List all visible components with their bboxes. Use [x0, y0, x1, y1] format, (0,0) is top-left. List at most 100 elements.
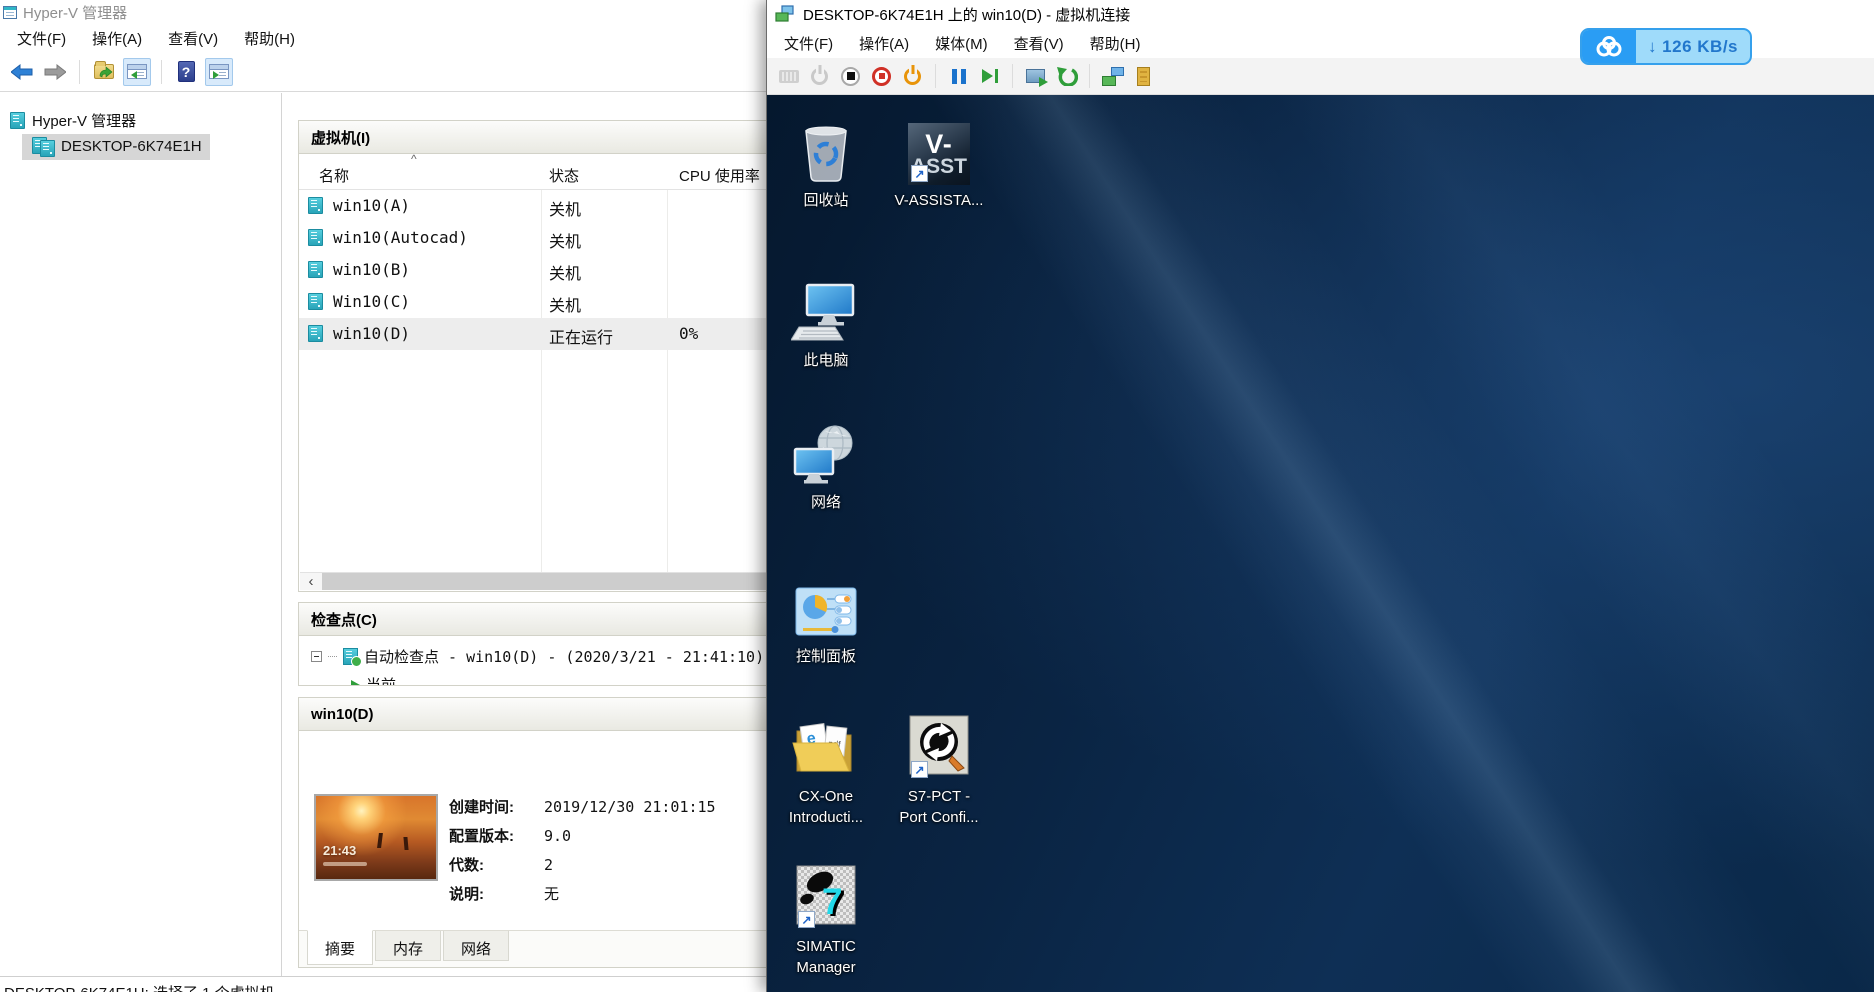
column-header-cpu[interactable]: CPU 使用率 — [679, 165, 760, 186]
desktop-icon-s7-pct[interactable]: ↗ S7-PCT - Port Confi... — [884, 707, 994, 828]
vm-list-header: 虚拟机(I) — [299, 121, 770, 154]
desktop-icon-cx-one[interactable]: e pdf CX-One Introducti... — [771, 707, 881, 828]
field-config-version: 配置版本:9.0 — [449, 825, 571, 846]
tab-summary[interactable]: 摘要 — [307, 930, 373, 965]
vc-menu-media[interactable]: 媒体(M) — [922, 29, 1001, 58]
tab-networking[interactable]: 网络 — [443, 931, 509, 961]
desktop-icon-this-pc[interactable]: 此电脑 — [771, 271, 881, 371]
hv-menu-view[interactable]: 查看(V) — [155, 24, 231, 53]
screen: Hyper-V 管理器 文件(F) 操作(A) 查看(V) 帮助(H) — [0, 0, 1874, 992]
vm-row-win10b[interactable]: win10(B) 关机 — [299, 254, 770, 286]
stop-button[interactable] — [837, 63, 864, 90]
icon-label: 回收站 — [771, 190, 881, 211]
vmconnect-titlebar: DESKTOP-6K74E1H 上的 win10(D) - 虚拟机连接 — [767, 0, 1874, 28]
show-action-pane-button[interactable] — [205, 58, 233, 86]
toolbar-separator — [161, 60, 162, 84]
s7-pct-icon: ↗ — [908, 714, 970, 781]
thumbnail-clock: 21:43 — [323, 843, 356, 858]
checkpoint-icon — [343, 648, 358, 665]
checkpoint-current-label: 当前 — [366, 674, 396, 685]
hyperv-titlebar: Hyper-V 管理器 — [0, 0, 770, 24]
window-panel-left-icon — [127, 64, 147, 79]
hyperv-window-title: Hyper-V 管理器 — [23, 2, 127, 23]
hv-menu-action[interactable]: 操作(A) — [79, 24, 155, 53]
thumbnail-date-blur — [323, 862, 367, 866]
play-icon — [982, 69, 998, 83]
icon-label: V-ASSISTA... — [884, 190, 994, 211]
back-arrow-icon — [11, 64, 33, 80]
scroll-left-button[interactable]: ‹ — [300, 573, 322, 590]
vm-icon — [308, 229, 323, 246]
checkpoint-current-item[interactable]: 当前 — [351, 674, 396, 685]
column-header-state[interactable]: 状态 — [549, 165, 579, 186]
checkpoint-label: 自动检查点 - win10(D) - (2020/3/21 - 21:41:10… — [364, 646, 764, 667]
help-button[interactable]: ? — [172, 58, 200, 86]
tree-item-hyperv-root[interactable]: Hyper-V 管理器 — [0, 107, 144, 133]
checkpoint-button[interactable] — [1022, 63, 1049, 90]
show-console-tree-button[interactable] — [123, 58, 151, 86]
tab-memory[interactable]: 内存 — [375, 931, 441, 961]
stop-icon — [841, 67, 860, 86]
start-button-disabled[interactable] — [806, 63, 833, 90]
horizontal-scrollbar[interactable]: ‹ — [300, 572, 770, 590]
vc-menu-file[interactable]: 文件(F) — [771, 29, 846, 58]
storage-button[interactable] — [1130, 63, 1157, 90]
tree-item-host[interactable]: DESKTOP-6K74E1H — [22, 134, 210, 160]
shortcut-arrow-icon: ↗ — [911, 165, 928, 182]
status-text: DESKTOP-6K74E1H: 选择了 1 个虚拟机 — [4, 985, 275, 992]
vm-detail-body: 21:43 创建时间:2019/12/30 21:01:15 配置版本:9.0 … — [299, 732, 770, 967]
checkpoints-body: 自动检查点 - win10(D) - (2020/3/21 - 21:41:10… — [299, 637, 770, 685]
desktop-icon-network[interactable]: 网络 — [771, 413, 881, 513]
icon-label: 此电脑 — [771, 350, 881, 371]
export-button[interactable] — [90, 58, 118, 86]
vc-menu-action[interactable]: 操作(A) — [846, 29, 922, 58]
network-icon — [791, 423, 861, 487]
icon-label: 网络 — [771, 492, 881, 513]
netdisk-speed-text: ↓ 126 KB/s — [1636, 30, 1750, 63]
resume-button[interactable] — [976, 63, 1003, 90]
vm-list-panel: 虚拟机(I) ^ 名称 状态 CPU 使用率 win10(A) 关机 win10… — [298, 120, 770, 592]
forward-arrow-icon — [44, 64, 66, 80]
ctrl-alt-del-button[interactable] — [775, 63, 802, 90]
hyperv-app-icon — [3, 6, 17, 19]
shut-down-button[interactable] — [899, 63, 926, 90]
desktop-icon-simatic-manager[interactable]: 7 7 ↗ SIMATIC Manager — [771, 857, 881, 978]
vm-row-win10a[interactable]: win10(A) 关机 — [299, 190, 770, 222]
netdisk-speed-badge[interactable]: ↓ 126 KB/s — [1580, 28, 1752, 65]
current-arrow-icon — [351, 680, 360, 686]
vm-row-win10autocad[interactable]: win10(Autocad) 关机 — [299, 222, 770, 254]
icon-label: 控制面板 — [771, 646, 881, 667]
hv-menu-help[interactable]: 帮助(H) — [231, 24, 308, 53]
field-notes: 说明:无 — [449, 883, 559, 904]
vc-menu-help[interactable]: 帮助(H) — [1077, 29, 1154, 58]
icon-label: CX-One Introducti... — [771, 786, 881, 828]
forward-button[interactable] — [41, 58, 69, 86]
scrollbar-thumb[interactable] — [322, 573, 770, 590]
desktop-icon-v-assistant[interactable]: V- ASST ↗ V-ASSISTA... — [884, 111, 994, 211]
desktop-icon-control-panel[interactable]: 控制面板 — [771, 567, 881, 667]
shutdown-power-icon — [904, 68, 921, 85]
icon-label: S7-PCT - Port Confi... — [884, 786, 994, 828]
cx-one-folder-icon: e pdf — [791, 717, 861, 781]
back-button[interactable] — [8, 58, 36, 86]
enhanced-session-button[interactable] — [1099, 63, 1126, 90]
desktop-icon-recycle-bin[interactable]: 回收站 — [771, 111, 881, 211]
this-pc-icon — [791, 283, 861, 345]
vm-icon — [308, 261, 323, 278]
hyperv-menubar: 文件(F) 操作(A) 查看(V) 帮助(H) — [0, 24, 770, 52]
vm-icon — [308, 197, 323, 214]
toolbar-separator — [935, 64, 936, 88]
hyperv-toolbar: ? — [0, 52, 770, 92]
vc-menu-view[interactable]: 查看(V) — [1001, 29, 1077, 58]
checkpoint-item[interactable]: 自动检查点 - win10(D) - (2020/3/21 - 21:41:10… — [311, 646, 764, 667]
pause-button[interactable] — [945, 63, 972, 90]
tree-host-label: DESKTOP-6K74E1H — [61, 138, 202, 155]
vm-row-win10d-selected[interactable]: win10(D) 正在运行 0% — [299, 318, 770, 350]
tree-expander-icon[interactable] — [311, 651, 322, 662]
vm-row-win10c[interactable]: Win10(C) 关机 — [299, 286, 770, 318]
column-header-name[interactable]: 名称 — [319, 165, 349, 186]
turn-off-button[interactable] — [868, 63, 895, 90]
revert-button[interactable] — [1053, 63, 1080, 90]
hv-menu-file[interactable]: 文件(F) — [4, 24, 79, 53]
vm-table-header: ^ 名称 状态 CPU 使用率 — [299, 155, 770, 190]
